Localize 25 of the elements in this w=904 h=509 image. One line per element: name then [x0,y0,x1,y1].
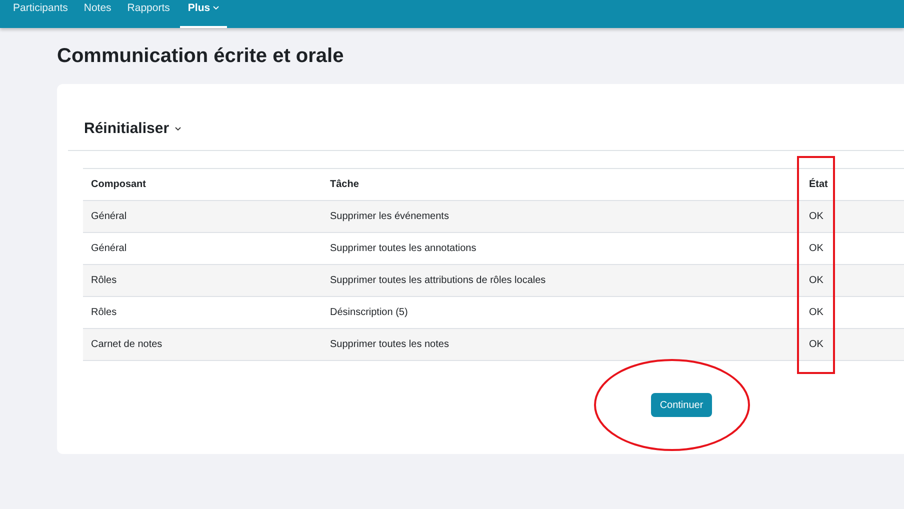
nav-tab[interactable]: Rapports [119,0,178,28]
section-heading: Réinitialiser [84,118,170,139]
table-cell: Supprimer toutes les attributions de rôles locales [330,275,546,286]
nav-tab[interactable]: Notes [76,0,120,28]
table-cell: Supprimer toutes les notes [330,339,449,350]
table-cell: OK [809,339,824,350]
nav-tab[interactable]: Participants [5,0,76,28]
continue-button[interactable]: Continuer [651,393,712,417]
page-title: Communication écrite et orale [57,44,345,68]
table-cell: Rôles [91,307,117,318]
table-cell: OK [809,243,824,254]
nav-tab[interactable]: Plus [180,0,228,28]
table-cell: Carnet de notes [91,339,162,350]
column-header: Tâche [330,179,359,190]
table-cell: Désinscription (5) [330,307,408,318]
column-header: Composant [91,179,146,190]
column-header: État [809,179,828,190]
table-cell: OK [809,307,824,318]
table-cell: OK [809,211,824,222]
table-cell: OK [809,275,824,286]
table-cell: Général [91,243,127,254]
table-cell: Supprimer les événements [330,211,449,222]
table-cell: Rôles [91,275,117,286]
table-cell: Général [91,211,127,222]
table-cell: Supprimer toutes les annotations [330,243,476,254]
